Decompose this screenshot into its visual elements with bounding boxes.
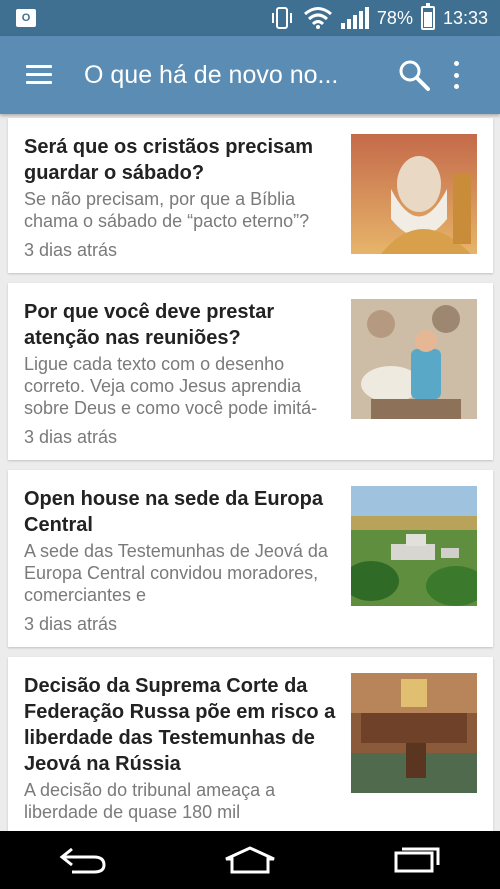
- app-bar: O que há de novo no...: [0, 36, 500, 114]
- article-summary: A sede das Testemunhas de Jeová da Europ…: [24, 541, 328, 605]
- article-summary: Se não precisam, por que a Bíblia chama …: [24, 189, 310, 231]
- article-date: 3 dias atrás: [24, 614, 118, 634]
- wifi-icon: [303, 7, 332, 29]
- article-thumbnail-image: [351, 673, 477, 793]
- article-thumbnail-image: [351, 486, 477, 606]
- article-thumbnail-image: [351, 134, 477, 254]
- article-title: Será que os cristãos precisam guardar o …: [24, 136, 314, 184]
- list-item[interactable]: Será que os cristãos precisam guardar o …: [8, 118, 493, 273]
- page-title: O que há de novo no...: [84, 60, 339, 89]
- list-item[interactable]: Por que você deve prestar atenção nas re…: [8, 283, 493, 460]
- news-list: Será que os cristãos precisam guardar o …: [0, 114, 500, 831]
- article-title: Decisão da Suprema Corte da Federação Ru…: [24, 675, 336, 775]
- vibrate-icon: [271, 7, 292, 29]
- battery-icon: [420, 3, 435, 30]
- article-title: Open house na sede da Europa Central: [24, 488, 323, 536]
- battery-percent: 78%: [376, 7, 413, 28]
- article-thumbnail-image: [351, 299, 477, 419]
- article-title: Por que você deve prestar atenção nas re…: [24, 301, 275, 349]
- clock: 13:33: [442, 7, 488, 28]
- list-item[interactable]: Open house na sede da Europa Central A s…: [8, 470, 493, 647]
- navigation-bar: [0, 831, 500, 889]
- search-icon[interactable]: [397, 58, 431, 92]
- outlook-icon: O: [16, 9, 36, 27]
- menu-icon[interactable]: [26, 65, 54, 85]
- article-date: 3 dias atrás: [24, 427, 118, 447]
- back-icon[interactable]: [53, 842, 113, 878]
- article-summary: Ligue cada texto com o desenho correto. …: [24, 354, 318, 418]
- article-date: 3 dias atrás: [24, 240, 118, 260]
- home-icon[interactable]: [220, 842, 280, 878]
- list-item[interactable]: Decisão da Suprema Corte da Federação Ru…: [8, 657, 493, 831]
- more-options-icon[interactable]: [451, 61, 461, 89]
- status-bar: O 78% 13:33: [0, 0, 500, 36]
- signal-icon: [340, 7, 369, 29]
- recents-icon[interactable]: [387, 842, 447, 878]
- article-summary: A decisão do tribunal ameaça a liberdade…: [24, 780, 276, 822]
